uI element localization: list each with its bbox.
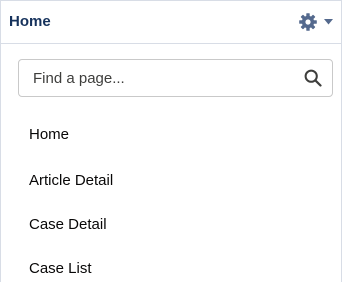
search-input[interactable] [19,60,303,96]
search-box [18,59,333,97]
header-title: Home [9,13,51,30]
search-icon[interactable] [304,69,322,87]
page-list-item-case-list[interactable]: Case List [29,259,92,279]
page-list-item-article-detail[interactable]: Article Detail [29,171,113,191]
panel-header: Home [1,1,341,44]
page-list-item-case-detail[interactable]: Case Detail [29,215,107,235]
settings-menu-button[interactable] [298,11,333,33]
page-picker-panel: Home Find a page... Home Article Detail … [0,0,342,282]
caret-down-icon [324,19,333,25]
gear-icon [298,12,318,32]
page-list-item-home[interactable]: Home [29,125,69,145]
